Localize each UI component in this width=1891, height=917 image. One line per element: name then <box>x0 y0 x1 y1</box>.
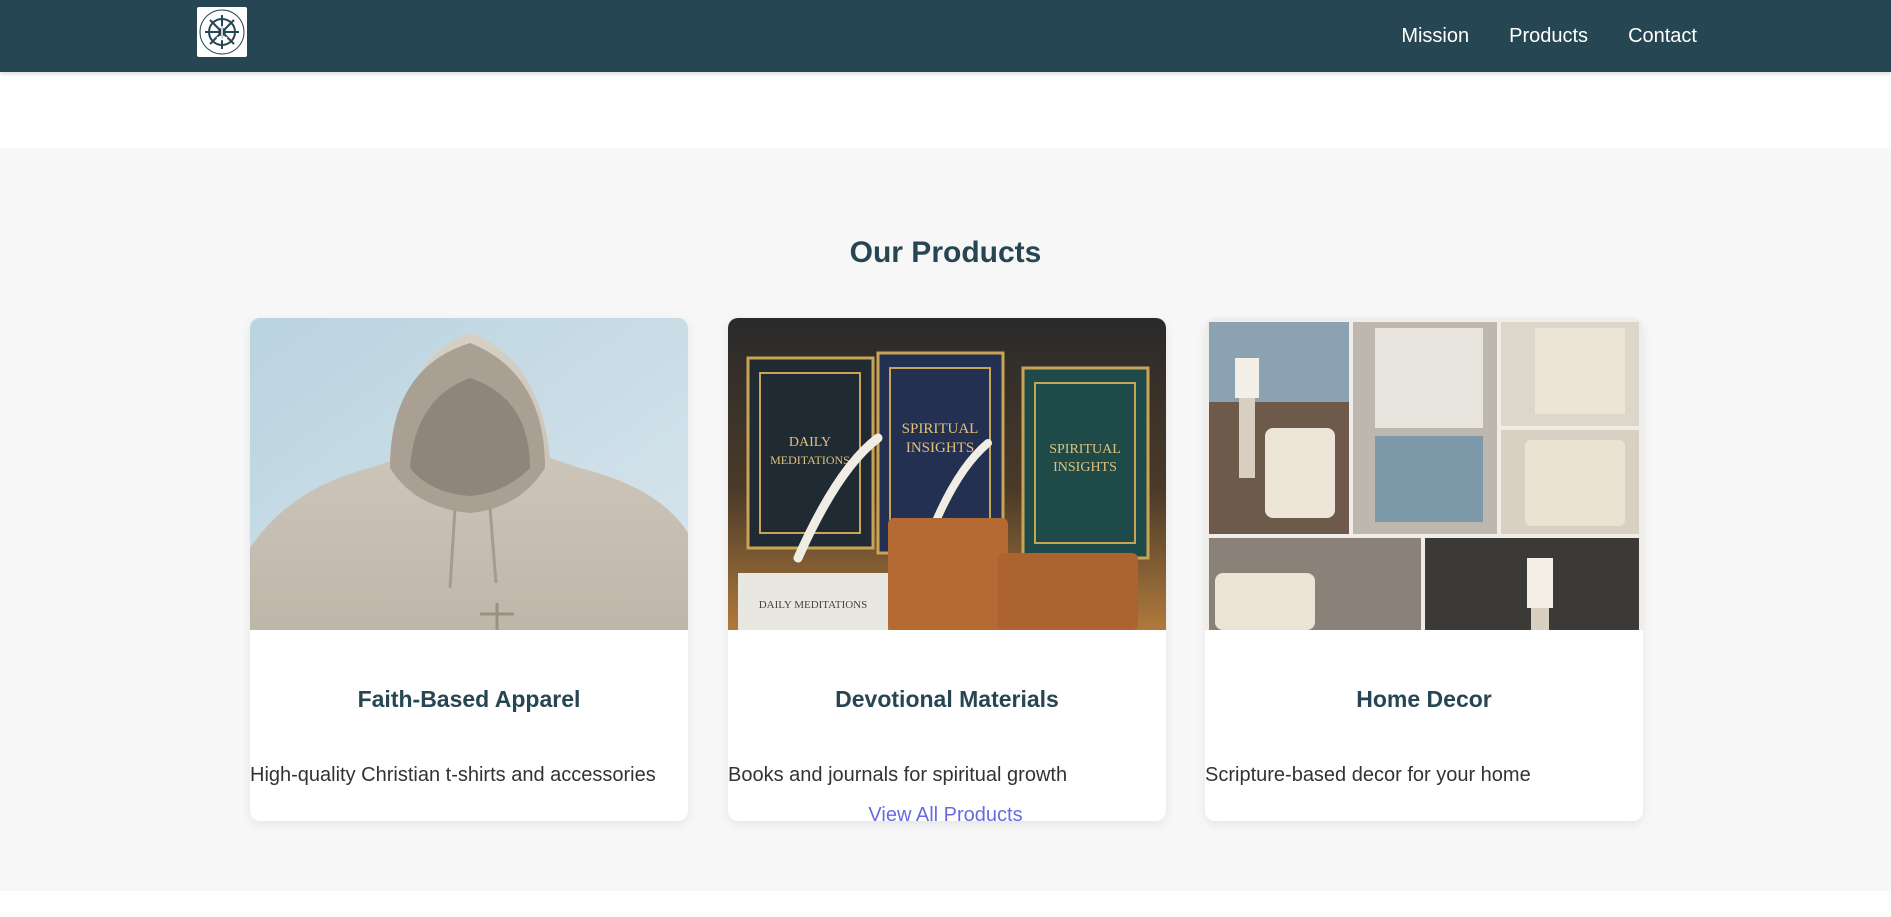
svg-text:DAILY: DAILY <box>789 435 831 450</box>
svg-text:SPIRITUAL: SPIRITUAL <box>902 421 979 437</box>
nav-link-mission[interactable]: Mission <box>1401 25 1469 48</box>
product-card-devotional[interactable]: DAILY MEDITATIONS SPIRITUAL INSIGHTS SPI… <box>728 318 1166 821</box>
home-decor-image <box>1205 318 1643 630</box>
section-title: Our Products <box>849 236 1042 269</box>
ship-wheel-anchor-icon <box>199 9 245 55</box>
product-card-apparel[interactable]: Faith-Based Apparel High-quality Christi… <box>250 318 688 821</box>
hoodie-image <box>250 318 688 630</box>
view-all-products-link[interactable]: View All Products <box>0 804 1891 827</box>
product-card-home-decor[interactable]: Home Decor Scripture-based decor for you… <box>1205 318 1643 821</box>
devotional-books-image: DAILY MEDITATIONS SPIRITUAL INSIGHTS SPI… <box>728 318 1166 630</box>
nav-link-products[interactable]: Products <box>1509 25 1588 48</box>
card-description: High-quality Christian t-shirts and acce… <box>250 764 656 786</box>
nav-link-contact[interactable]: Contact <box>1628 25 1697 48</box>
card-description: Books and journals for spiritual growth <box>728 764 1068 786</box>
brand-logo[interactable] <box>197 7 247 57</box>
card-title: Home Decor <box>1356 686 1492 712</box>
top-navbar: Mission Products Contact <box>0 0 1891 72</box>
svg-text:SPIRITUAL: SPIRITUAL <box>1049 442 1121 457</box>
card-description: Scripture-based decor for your home <box>1205 764 1531 786</box>
card-title: Devotional Materials <box>835 686 1059 712</box>
svg-text:INSIGHTS: INSIGHTS <box>1053 460 1117 475</box>
main-nav: Mission Products Contact <box>1361 0 1697 72</box>
svg-text:DAILY MEDITATIONS: DAILY MEDITATIONS <box>759 599 868 611</box>
products-section: Our Products Faith-Based Apparel High-qu… <box>0 148 1891 891</box>
svg-text:INSIGHTS: INSIGHTS <box>906 440 974 456</box>
card-title: Faith-Based Apparel <box>357 686 581 712</box>
svg-text:MEDITATIONS: MEDITATIONS <box>770 453 850 467</box>
